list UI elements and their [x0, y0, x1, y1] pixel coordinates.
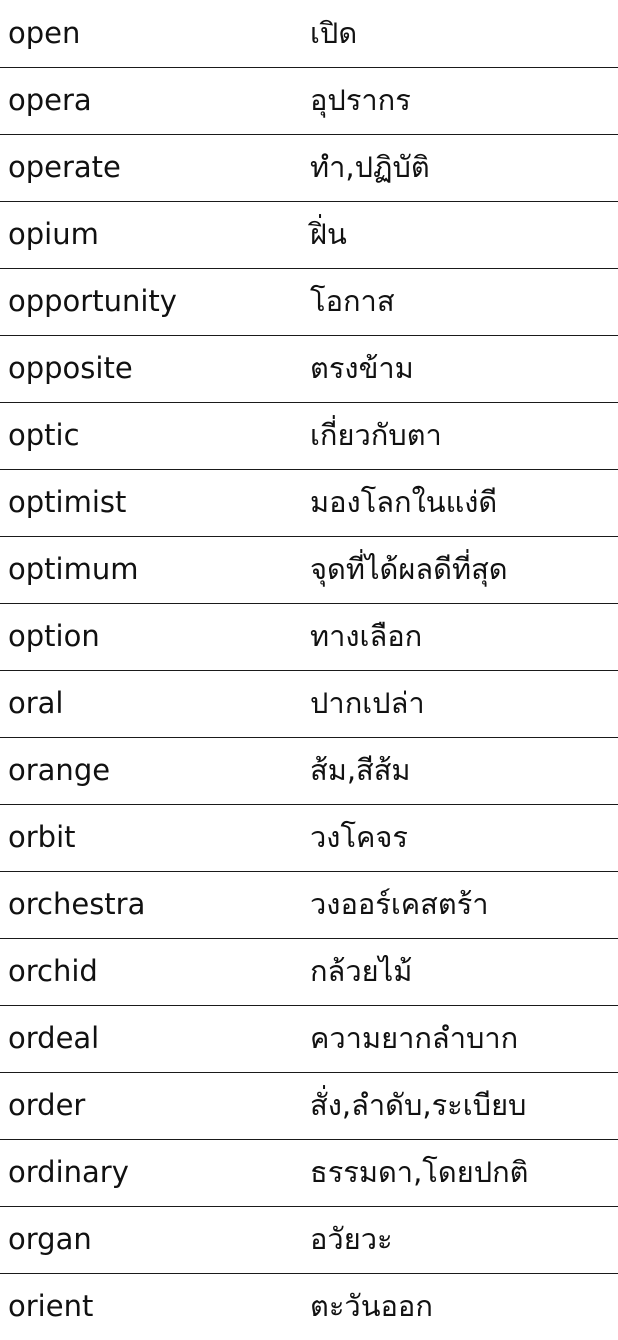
- english-word: opium: [0, 201, 308, 269]
- english-word: open: [0, 0, 308, 68]
- english-word: optimist: [0, 469, 308, 537]
- english-word: orient: [8, 1289, 94, 1324]
- thai-translation: อุปรากร: [308, 67, 618, 135]
- thai-translation: ส้ม,สีส้ม: [308, 737, 618, 805]
- english-word: orbit: [0, 804, 308, 872]
- vocabulary-table: open เปิด opera อุปรากร operate ทำ,ปฏิบั…: [0, 0, 618, 1340]
- table-row: orbit วงโคจร: [0, 804, 618, 872]
- thai-translation: อวัยวะ: [308, 1206, 618, 1274]
- table-row: orient ตะวันออก: [0, 1273, 618, 1340]
- thai-translation: ธรรมดา,โดยปกติ: [308, 1139, 618, 1207]
- thai-translation: ตะวันออก: [310, 1289, 433, 1324]
- thai-translation: ทางเลือก: [308, 603, 618, 671]
- english-word: oral: [0, 670, 308, 738]
- table-row: orchestra วงออร์เคสตร้า: [0, 871, 618, 939]
- english-word: orange: [0, 737, 308, 805]
- english-word: optimum: [0, 536, 308, 604]
- thai-translation: เปิด: [308, 0, 618, 68]
- table-row: organ อวัยวะ: [0, 1206, 618, 1274]
- thai-translation: โอกาส: [308, 268, 618, 336]
- table-row: opera อุปรากร: [0, 67, 618, 135]
- english-word: option: [0, 603, 308, 671]
- table-row: opposite ตรงข้าม: [0, 335, 618, 403]
- thai-translation: ตรงข้าม: [308, 335, 618, 403]
- thai-translation: ปากเปล่า: [308, 670, 618, 738]
- table-row: ordinary ธรรมดา,โดยปกติ: [0, 1139, 618, 1207]
- thai-translation: จุดที่ได้ผลดีที่สุด: [308, 536, 618, 604]
- thai-translation: กล้วยไม้: [308, 938, 618, 1006]
- table-row: ordeal ความยากลำบาก: [0, 1005, 618, 1073]
- english-word: ordeal: [0, 1005, 308, 1073]
- table-row: optic เกี่ยวกับตา: [0, 402, 618, 470]
- table-row: open เปิด: [0, 0, 618, 68]
- table-row: option ทางเลือก: [0, 603, 618, 671]
- english-word: opera: [0, 67, 308, 135]
- table-row: optimist มองโลกในแง่ดี: [0, 469, 618, 537]
- english-word: opposite: [0, 335, 308, 403]
- thai-translation: เกี่ยวกับตา: [308, 402, 618, 470]
- english-word: ordinary: [0, 1139, 308, 1207]
- english-word: orchestra: [0, 871, 308, 939]
- thai-translation: ความยากลำบาก: [308, 1005, 618, 1073]
- english-word: optic: [0, 402, 308, 470]
- table-row: opportunity โอกาส: [0, 268, 618, 336]
- thai-translation: วงออร์เคสตร้า: [308, 871, 618, 939]
- table-row: orchid กล้วยไม้: [0, 938, 618, 1006]
- english-word: order: [0, 1072, 308, 1140]
- thai-translation: สั่ง,ลำดับ,ระเบียบ: [308, 1072, 618, 1140]
- thai-translation: มองโลกในแง่ดี: [308, 469, 618, 537]
- table-row: operate ทำ,ปฏิบัติ: [0, 134, 618, 202]
- english-word: opportunity: [0, 268, 308, 336]
- table-row: order สั่ง,ลำดับ,ระเบียบ: [0, 1072, 618, 1140]
- table-row: oral ปากเปล่า: [0, 670, 618, 738]
- english-word: organ: [0, 1206, 308, 1274]
- thai-translation: ทำ,ปฏิบัติ: [308, 134, 618, 202]
- table-row: opium ฝิ่น: [0, 201, 618, 269]
- table-row: orange ส้ม,สีส้ม: [0, 737, 618, 805]
- table-row: optimum จุดที่ได้ผลดีที่สุด: [0, 536, 618, 604]
- thai-translation: วงโคจร: [308, 804, 618, 872]
- english-word: orchid: [0, 938, 308, 1006]
- english-word: operate: [0, 134, 308, 202]
- thai-translation: ฝิ่น: [308, 201, 618, 269]
